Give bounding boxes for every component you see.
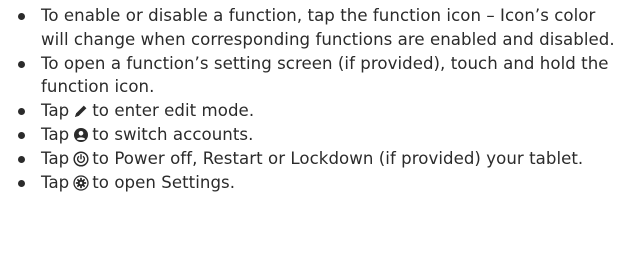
pencil-icon <box>73 103 89 119</box>
list-item: To open a function’s setting screen (if … <box>18 52 628 100</box>
instruction-text: To enable or disable a function, tap the… <box>41 6 615 49</box>
instruction-tap-label: Tap <box>41 101 70 121</box>
settings-gear-icon <box>73 174 89 191</box>
instruction-tap-label: Tap <box>41 148 70 168</box>
instruction-list: To enable or disable a function, tap the… <box>18 4 628 194</box>
instruction-text: to open Settings. <box>92 172 236 192</box>
instruction-text: to Power off, Restart or Lockdown (if pr… <box>92 148 584 168</box>
list-item: Tap to switch accounts. <box>18 123 628 147</box>
list-item: To enable or disable a function, tap the… <box>18 4 628 52</box>
power-icon <box>73 151 89 167</box>
list-item: Tap to enter edit mode. <box>18 99 628 123</box>
bullet-icon <box>18 155 25 163</box>
account-icon <box>73 127 89 143</box>
instruction-tap-label: Tap <box>41 172 70 192</box>
bullet-icon <box>18 13 25 20</box>
quick-panel-instructions: To enable or disable a function, tap the… <box>0 0 634 280</box>
bullet-icon <box>18 179 25 187</box>
instruction-text: to enter edit mode. <box>92 101 255 121</box>
bullet-icon <box>18 60 25 68</box>
list-item: Tap to Power off, Restart or Lockdown (if… <box>18 147 628 171</box>
bullet-icon <box>18 131 25 139</box>
instruction-text: To open a function’s setting screen (if … <box>41 53 609 97</box>
instruction-text: to switch accounts. <box>92 124 254 144</box>
bullet-icon <box>18 108 25 116</box>
list-item: Tap to open Settings. <box>18 171 628 195</box>
instruction-tap-label: Tap <box>41 124 70 144</box>
